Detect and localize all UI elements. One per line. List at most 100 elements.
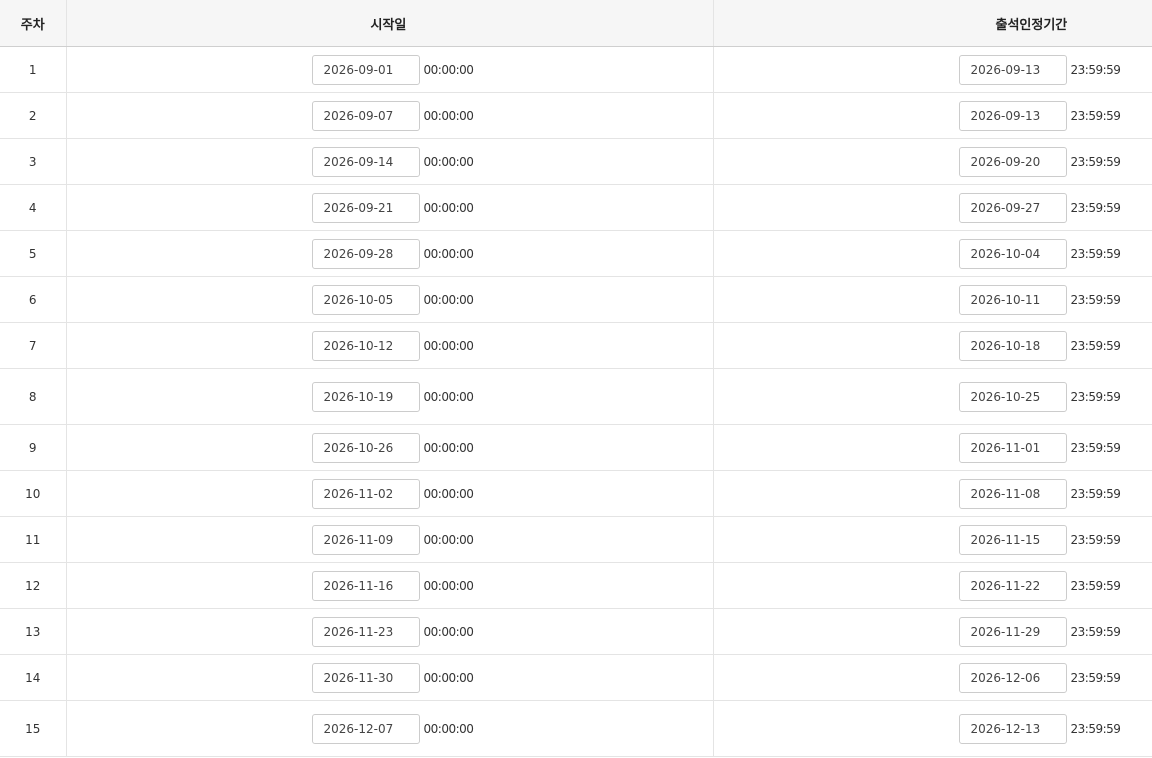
week-number: 9 — [0, 424, 66, 471]
start-date-cell: 00:00:00 — [65, 46, 713, 93]
table-row: 6 00:00:00 23:59:59 — [0, 276, 1152, 323]
end-time: 23:59:59 — [1070, 62, 1121, 77]
end-time: 23:59:59 — [1070, 440, 1121, 455]
end-date-cell: 23:59:59 — [712, 138, 1152, 185]
end-time: 23:59:59 — [1070, 108, 1121, 123]
start-date-input[interactable] — [311, 100, 420, 131]
start-time: 00:00:00 — [423, 154, 474, 169]
start-date-cell: 00:00:00 — [65, 516, 713, 563]
start-time: 00:00:00 — [423, 108, 474, 123]
table-row: 8 00:00:00 23:59:59 — [0, 368, 1152, 425]
start-date-input[interactable] — [311, 570, 420, 601]
start-date-cell: 00:00:00 — [65, 424, 713, 471]
start-date-cell: 00:00:00 — [65, 654, 713, 701]
start-time: 00:00:00 — [423, 670, 474, 685]
start-time: 00:00:00 — [423, 532, 474, 547]
start-date-cell: 00:00:00 — [65, 608, 713, 655]
table-row: 3 00:00:00 23:59:59 — [0, 138, 1152, 185]
table-header-row: 주차 시작일 출석인정기간 — [0, 0, 1152, 47]
start-date-cell: 00:00:00 — [65, 368, 713, 425]
end-date-cell: 23:59:59 — [712, 562, 1152, 609]
start-date-cell: 00:00:00 — [65, 276, 713, 323]
start-date-input[interactable] — [311, 146, 420, 177]
end-date-input[interactable] — [958, 146, 1067, 177]
start-time: 00:00:00 — [423, 578, 474, 593]
end-date-input[interactable] — [958, 570, 1067, 601]
end-time: 23:59:59 — [1070, 246, 1121, 261]
start-date-input[interactable] — [311, 713, 420, 744]
start-date-cell: 00:00:00 — [65, 322, 713, 369]
table-row: 9 00:00:00 23:59:59 — [0, 424, 1152, 471]
week-number: 1 — [0, 46, 66, 93]
attendance-schedule-table: 주차 시작일 출석인정기간 1 00:00:00 23:59:59 2 00:00:00… — [0, 0, 1152, 757]
table-row: 4 00:00:00 23:59:59 — [0, 184, 1152, 231]
end-time: 23:59:59 — [1070, 389, 1121, 404]
start-date-input[interactable] — [311, 284, 420, 315]
start-date-input[interactable] — [311, 662, 420, 693]
end-date-cell: 23:59:59 — [712, 700, 1152, 757]
start-time: 00:00:00 — [423, 389, 474, 404]
start-date-cell: 00:00:00 — [65, 138, 713, 185]
start-time: 00:00:00 — [423, 440, 474, 455]
start-date-input[interactable] — [311, 432, 420, 463]
end-time: 23:59:59 — [1070, 578, 1121, 593]
start-date-input[interactable] — [311, 330, 420, 361]
week-number: 12 — [0, 562, 66, 609]
end-date-input[interactable] — [958, 713, 1067, 744]
start-date-input[interactable] — [311, 192, 420, 223]
start-time: 00:00:00 — [423, 486, 474, 501]
week-number: 15 — [0, 700, 66, 757]
header-attendance-period: 출석인정기간 — [712, 0, 1152, 47]
week-number: 7 — [0, 322, 66, 369]
end-date-cell: 23:59:59 — [712, 516, 1152, 563]
week-number: 8 — [0, 368, 66, 425]
start-time: 00:00:00 — [423, 624, 474, 639]
header-week: 주차 — [0, 0, 66, 47]
end-date-cell: 23:59:59 — [712, 654, 1152, 701]
end-date-input[interactable] — [958, 478, 1067, 509]
start-date-cell: 00:00:00 — [65, 92, 713, 139]
start-date-input[interactable] — [311, 524, 420, 555]
end-date-cell: 23:59:59 — [712, 608, 1152, 655]
end-date-cell: 23:59:59 — [712, 322, 1152, 369]
end-date-input[interactable] — [958, 192, 1067, 223]
start-date-input[interactable] — [311, 54, 420, 85]
end-time: 23:59:59 — [1070, 200, 1121, 215]
end-date-input[interactable] — [958, 54, 1067, 85]
table-row: 2 00:00:00 23:59:59 — [0, 92, 1152, 139]
start-date-input[interactable] — [311, 478, 420, 509]
start-date-input[interactable] — [311, 381, 420, 412]
start-time: 00:00:00 — [423, 62, 474, 77]
start-date-input[interactable] — [311, 616, 420, 647]
week-number: 11 — [0, 516, 66, 563]
end-date-input[interactable] — [958, 330, 1067, 361]
start-time: 00:00:00 — [423, 292, 474, 307]
table-row: 5 00:00:00 23:59:59 — [0, 230, 1152, 277]
end-date-cell: 23:59:59 — [712, 230, 1152, 277]
table-row: 13 00:00:00 23:59:59 — [0, 608, 1152, 655]
end-date-cell: 23:59:59 — [712, 276, 1152, 323]
start-time: 00:00:00 — [423, 246, 474, 261]
start-date-cell: 00:00:00 — [65, 562, 713, 609]
end-date-input[interactable] — [958, 238, 1067, 269]
week-number: 13 — [0, 608, 66, 655]
end-date-input[interactable] — [958, 100, 1067, 131]
end-date-cell: 23:59:59 — [712, 184, 1152, 231]
end-date-input[interactable] — [958, 284, 1067, 315]
start-date-input[interactable] — [311, 238, 420, 269]
end-date-input[interactable] — [958, 432, 1067, 463]
week-number: 3 — [0, 138, 66, 185]
end-date-input[interactable] — [958, 616, 1067, 647]
table-row: 12 00:00:00 23:59:59 — [0, 562, 1152, 609]
end-date-cell: 23:59:59 — [712, 92, 1152, 139]
end-time: 23:59:59 — [1070, 486, 1121, 501]
start-date-cell: 00:00:00 — [65, 700, 713, 757]
table-row: 10 00:00:00 23:59:59 — [0, 470, 1152, 517]
end-date-input[interactable] — [958, 662, 1067, 693]
end-time: 23:59:59 — [1070, 721, 1121, 736]
end-date-input[interactable] — [958, 381, 1067, 412]
end-time: 23:59:59 — [1070, 532, 1121, 547]
end-date-input[interactable] — [958, 524, 1067, 555]
end-time: 23:59:59 — [1070, 670, 1121, 685]
start-time: 00:00:00 — [423, 200, 474, 215]
